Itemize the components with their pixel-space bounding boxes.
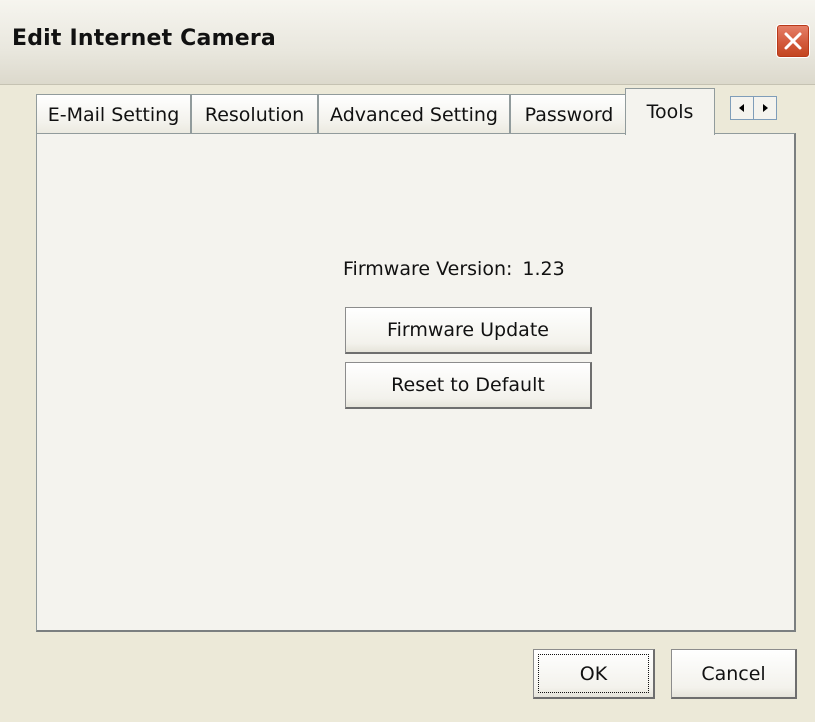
tab-label: Password <box>524 103 614 126</box>
tab-email-setting[interactable]: E-Mail Setting <box>36 94 191 134</box>
firmware-version-label: Firmware Version: <box>343 258 513 280</box>
title-bar[interactable]: Edit Internet Camera <box>0 0 815 85</box>
tab-password[interactable]: Password <box>510 94 628 134</box>
edit-camera-dialog: Edit Internet Camera E-Mail Setting Reso… <box>0 0 815 722</box>
firmware-update-button[interactable]: Firmware Update <box>345 307 592 354</box>
firmware-version-row: Firmware Version: 1.23 <box>343 258 565 280</box>
reset-to-default-button[interactable]: Reset to Default <box>345 362 592 409</box>
cancel-button[interactable]: Cancel <box>671 649 797 699</box>
tools-tab-panel: Firmware Version: 1.23 Firmware Update Re… <box>36 133 796 632</box>
dialog-title: Edit Internet Camera <box>12 26 276 51</box>
tab-label: E-Mail Setting <box>47 103 180 126</box>
tab-label: Advanced Setting <box>330 103 498 126</box>
firmware-version-value: 1.23 <box>522 258 565 280</box>
tab-advanced-setting[interactable]: Advanced Setting <box>318 94 510 134</box>
tab-resolution[interactable]: Resolution <box>191 94 318 134</box>
tab-label: Tools <box>646 101 694 123</box>
arrow-left-icon <box>739 104 744 112</box>
tab-scroll-left-button[interactable] <box>730 96 754 120</box>
tab-tools[interactable]: Tools <box>625 88 715 137</box>
tab-scroll-right-button[interactable] <box>753 96 777 120</box>
close-button[interactable] <box>776 24 810 58</box>
close-icon <box>784 32 802 50</box>
ok-button-label: OK <box>579 662 608 685</box>
tab-strip: E-Mail Setting Resolution Advanced Setti… <box>36 88 796 137</box>
ok-button[interactable]: OK <box>533 649 655 699</box>
tab-label: Resolution <box>204 103 305 126</box>
arrow-right-icon <box>763 104 768 112</box>
